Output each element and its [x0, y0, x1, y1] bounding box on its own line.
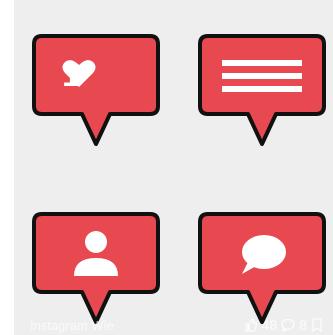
likes-count: 48	[261, 317, 278, 333]
post-image[interactable]: 1 Instagram Wie	[14, 0, 333, 335]
comment-icon[interactable]	[281, 318, 295, 332]
user-icon	[74, 231, 118, 276]
caption-overlay: Instagram Wie 48 8	[14, 315, 333, 335]
post-stats: 48 8	[244, 317, 323, 333]
page-margin	[0, 0, 14, 335]
caption-text: Instagram Wie	[30, 318, 114, 333]
heart-icon	[62, 60, 96, 87]
comment-notification-bubble	[198, 34, 326, 146]
message-notification-bubble	[198, 212, 326, 324]
like-content: 1	[62, 58, 96, 92]
lines-icon	[222, 60, 302, 92]
bookmark-icon[interactable]	[311, 318, 323, 332]
follower-notification-bubble	[32, 212, 160, 324]
like-notification-bubble: 1	[32, 34, 160, 146]
like-bubble-shape	[32, 34, 160, 146]
speech-bubble-icon	[242, 235, 286, 274]
comments-count: 8	[299, 317, 307, 333]
thumbs-up-icon[interactable]	[244, 318, 258, 332]
